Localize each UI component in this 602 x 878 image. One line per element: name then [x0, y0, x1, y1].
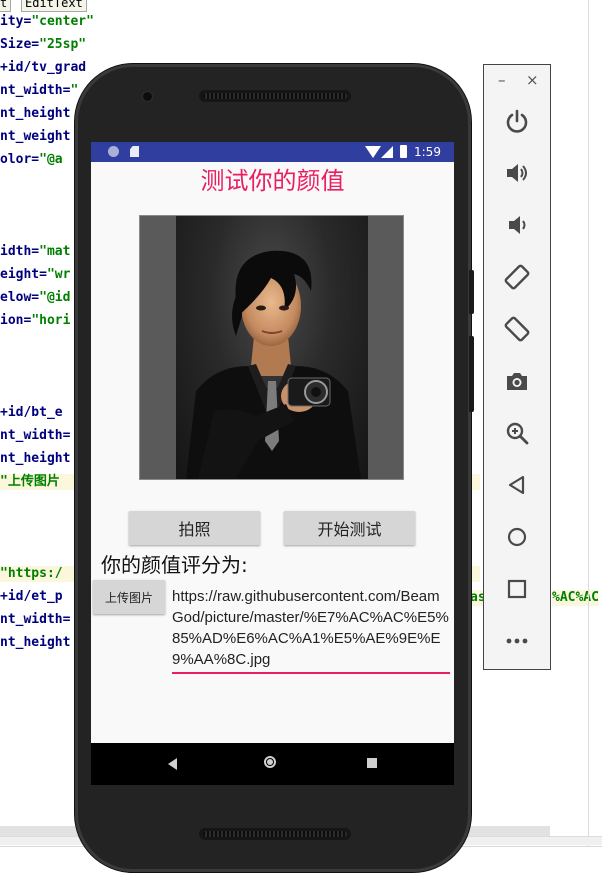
emulator-toolbar: – × — [483, 64, 551, 670]
home-icon[interactable] — [501, 521, 533, 553]
power-icon[interactable] — [501, 105, 533, 137]
code-string: "@id — [39, 290, 71, 305]
top-speaker-grille — [203, 93, 347, 99]
wifi-icon — [365, 146, 381, 158]
code-string: " — [70, 83, 79, 98]
battery-icon — [400, 145, 407, 158]
notification-icon — [108, 146, 119, 157]
bottom-speaker-grille — [203, 831, 347, 837]
recents-icon[interactable] — [367, 758, 377, 768]
code-line: ion="hori — [0, 313, 70, 329]
code-token: nt_weight — [0, 129, 71, 144]
start-test-button[interactable]: 开始测试 — [284, 511, 415, 545]
code-token: olor= — [0, 152, 40, 167]
upload-image-button[interactable]: 上传图片 — [93, 580, 165, 614]
rotate-left-icon[interactable] — [501, 261, 533, 293]
volume-down-icon[interactable] — [501, 209, 533, 241]
take-photo-button[interactable]: 拍照 — [129, 511, 260, 545]
phone-screen: 1:59 测试你的颜值 拍照 开始测试 你的颜值评分为: 上传图片 https:… — [91, 142, 454, 785]
score-label: 你的颜值评分为: — [101, 553, 248, 577]
code-string: "wr — [46, 267, 71, 282]
code-token: nt_height — [0, 106, 71, 121]
editor-tab[interactable]: t — [0, 0, 12, 12]
code-token: elow= — [0, 290, 40, 305]
code-line: +id/bt_e — [0, 405, 63, 421]
code-line: nt_height — [0, 451, 70, 467]
code-token: +id/bt_e — [0, 405, 63, 420]
code-token: Size= — [0, 37, 40, 52]
back-icon[interactable] — [168, 758, 177, 770]
screenshot-camera-icon[interactable] — [501, 365, 533, 397]
more-icon[interactable] — [501, 625, 533, 657]
navigation-bar — [91, 743, 454, 785]
code-line: nt_weight — [0, 129, 70, 145]
code-line: nt_height — [0, 635, 70, 651]
code-line: ity="center" — [0, 14, 94, 30]
code-line: eight="wr — [0, 267, 70, 283]
overview-icon[interactable] — [501, 573, 533, 605]
home-icon-dot — [267, 759, 273, 765]
image-url-input[interactable]: https://raw.githubusercontent.com/BeamGo… — [172, 586, 450, 674]
code-string: "上传图片 — [0, 474, 60, 489]
phone-volume-button[interactable] — [469, 336, 474, 412]
code-line: olor="@a — [0, 152, 63, 168]
code-token: nt_height — [0, 451, 71, 466]
app-title: 测试你的颜值 — [200, 167, 345, 195]
code-string: "mat — [39, 244, 71, 259]
rotate-right-icon[interactable] — [501, 313, 533, 345]
close-button[interactable]: × — [526, 71, 539, 89]
code-token: +id/tv_grad — [0, 60, 87, 75]
back-icon[interactable] — [501, 469, 533, 501]
code-string: "25sp" — [39, 37, 87, 52]
code-string: "@a — [39, 152, 63, 167]
status-time: 1:59 — [414, 145, 441, 159]
editor-tab-edittext[interactable]: EditText — [21, 0, 87, 12]
code-token: nt_width= — [0, 83, 71, 98]
sd-card-icon — [130, 146, 139, 157]
code-line: elow="@id — [0, 290, 70, 306]
code-token: +id/et_p — [0, 589, 63, 604]
minimize-button[interactable]: – — [498, 71, 506, 89]
code-token: eight= — [0, 267, 47, 282]
code-token: idth= — [0, 244, 40, 259]
zoom-icon[interactable] — [501, 417, 533, 449]
code-line: nt_width=" — [0, 83, 78, 99]
front-camera — [143, 92, 152, 101]
code-string: "https:/ — [0, 566, 63, 581]
code-token: ion= — [0, 313, 32, 328]
phone-power-button[interactable] — [469, 270, 474, 314]
code-token: nt_width= — [0, 428, 71, 443]
code-line: +id/et_p — [0, 589, 63, 605]
volume-up-icon[interactable] — [501, 157, 533, 189]
status-bar: 1:59 — [91, 142, 454, 162]
code-string: "hori — [31, 313, 71, 328]
code-line: nt_width= — [0, 428, 70, 444]
code-line: nt_height — [0, 106, 70, 122]
code-string: "center" — [31, 14, 94, 29]
editor-margin-line — [588, 0, 589, 877]
portrait-photo — [176, 216, 368, 479]
code-line: idth="mat — [0, 244, 70, 260]
code-line: +id/tv_grad — [0, 60, 86, 76]
code-token: ity= — [0, 14, 32, 29]
code-line: nt_width= — [0, 612, 70, 628]
code-fragment: %AC%AC — [552, 590, 599, 606]
face-image-view[interactable] — [139, 215, 404, 480]
code-token: nt_width= — [0, 612, 71, 627]
cell-signal-icon — [381, 146, 393, 158]
code-line: Size="25sp" — [0, 37, 86, 53]
code-token: nt_height — [0, 635, 71, 650]
